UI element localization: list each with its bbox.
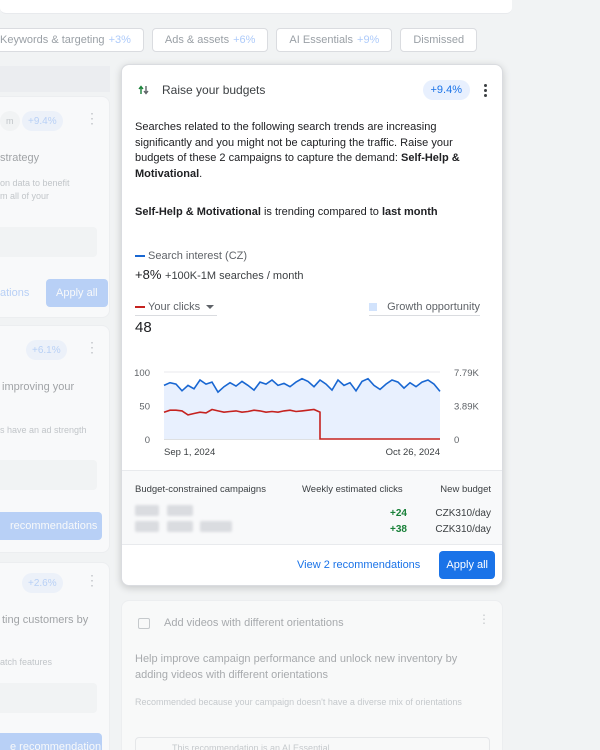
kebab-icon[interactable]: ⋮ <box>85 111 99 125</box>
trend-mid: is trending compared to <box>260 206 382 218</box>
view-recommendations-link[interactable]: ations <box>0 287 29 299</box>
left-card-box <box>0 460 97 490</box>
row-budget: CZK310/day <box>435 508 491 519</box>
your-clicks-dropdown[interactable]: Your clicks <box>135 301 217 316</box>
card-description: Searches related to the following search… <box>135 121 460 180</box>
card-header: Raise your budgets +9.4% <box>136 79 488 101</box>
kebab-icon[interactable]: ⋮ <box>85 573 99 587</box>
more-options-icon[interactable] <box>484 83 488 97</box>
trend-subject: Self-Help & Motivational <box>135 206 261 218</box>
growth-opportunity-area <box>164 378 440 439</box>
x-tick-label: Sep 1, 2024 <box>164 447 215 458</box>
ai-essential-note: This recommendation is an AI Essential <box>135 737 490 750</box>
chip-label: Keywords & targeting <box>0 34 105 46</box>
search-interest-label: Search interest (CZ) <box>148 250 248 262</box>
view-recommendations-link[interactable]: View 2 recommendations <box>297 559 420 571</box>
chip-pct: +3% <box>108 34 131 46</box>
left-card-text: on data to benefit <box>0 178 70 188</box>
add-videos-card[interactable]: Add videos with different orientations ⋮… <box>121 600 503 750</box>
left-card-title: strategy <box>0 152 40 164</box>
chip-pct: +9% <box>357 34 380 46</box>
row-clicks: +24 <box>390 508 407 519</box>
more-options-icon[interactable]: ⋮ <box>478 613 490 625</box>
card-reason: Recommended because your campaign doesn'… <box>135 697 462 707</box>
left-column-header <box>0 66 110 92</box>
your-clicks-value: 48 <box>135 319 152 336</box>
card-title: Raise your budgets <box>162 83 266 97</box>
left-card-text: s have an ad strength <box>0 425 87 435</box>
search-interest-range: +100K-1M searches / month <box>165 270 304 282</box>
column-header-clicks: Weekly estimated clicks <box>302 484 403 495</box>
trend-period: last month <box>381 206 438 218</box>
x-tick-label: Oct 26, 2024 <box>386 447 440 458</box>
card-description: Help improve campaign performance and un… <box>135 653 458 681</box>
chip-label: Dismissed <box>413 34 465 46</box>
left-card-title: improving your <box>2 381 75 393</box>
blue-line-icon <box>135 255 145 258</box>
raise-budgets-card: Raise your budgets +9.4% Searches relate… <box>121 64 503 586</box>
growth-square-icon <box>369 303 378 311</box>
column-header-budget: New budget <box>440 484 491 495</box>
chip-label: AI Essentials <box>289 34 354 46</box>
apply-all-button[interactable]: Apply all <box>46 279 108 307</box>
view-recommendations-button[interactable]: recommendations <box>0 512 102 540</box>
chip-dismissed[interactable]: Dismissed <box>400 28 478 52</box>
row-clicks: +38 <box>390 524 407 535</box>
left-card-text: m all of your <box>0 191 50 201</box>
left-card-badge: +6.1% <box>26 340 67 360</box>
left-card-2[interactable]: +6.1% ⋮ improving your s have an ad stre… <box>0 325 110 553</box>
y-tick-right: 0 <box>454 435 459 446</box>
y-tick-left: 0 <box>145 435 150 446</box>
search-interest-value: +8% +100K-1M searches / month <box>135 267 304 282</box>
card-title: Add videos with different orientations <box>164 617 344 629</box>
left-card-title: ting customers by <box>2 614 89 626</box>
growth-label: Growth opportunity <box>387 301 480 313</box>
y-tick-right: 3.89K <box>454 402 479 413</box>
chevron-down-icon <box>206 305 215 309</box>
your-clicks-label: Your clicks <box>148 301 201 313</box>
campaigns-table: Budget-constrained campaigns Weekly esti… <box>122 470 502 545</box>
chip-ai-essentials[interactable]: AI Essentials +9% <box>276 28 393 52</box>
redacted-campaign-name <box>135 521 159 532</box>
trend-sentence: Self-Help & Motivational is trending com… <box>135 206 438 218</box>
y-tick-left: 50 <box>139 402 150 413</box>
search-interest-change: +8% <box>135 267 162 282</box>
y-tick-right: 7.79K <box>454 368 479 379</box>
chip-label: Ads & assets <box>164 34 230 46</box>
filter-chip-bar: Keywords & targeting +3% Ads & assets +6% … <box>0 28 478 52</box>
left-card-3[interactable]: +2.6% ⋮ ting customers by atch features … <box>0 562 110 750</box>
view-recommendation-button[interactable]: e recommendation <box>0 733 102 750</box>
left-card-box <box>0 227 97 257</box>
left-card-text: atch features <box>0 657 53 667</box>
chip-keywords-targeting[interactable]: Keywords & targeting +3% <box>0 28 144 52</box>
red-line-icon <box>135 306 145 308</box>
top-panel-edge <box>0 0 512 14</box>
redacted-campaign-name <box>200 521 232 532</box>
left-card-badge: +9.4% <box>22 111 63 131</box>
column-header-campaigns: Budget-constrained campaigns <box>135 484 266 495</box>
redacted-campaign-name <box>167 521 193 532</box>
left-card-1[interactable]: m +9.4% ⋮ strategy on data to benefit m … <box>0 96 110 318</box>
trend-arrows-icon <box>136 82 152 98</box>
chip-pct: +6% <box>233 34 256 46</box>
kebab-icon[interactable]: ⋮ <box>85 340 99 354</box>
apply-all-button[interactable]: Apply all <box>439 551 495 579</box>
video-icon <box>138 618 150 629</box>
row-budget: CZK310/day <box>435 524 491 535</box>
left-card-box <box>0 683 97 713</box>
trend-chart: 100 7.79K 50 3.89K 0 0 Sep 1, 2024 Oct 26, 2024 <box>134 368 479 458</box>
uplift-badge: +9.4% <box>422 80 470 100</box>
search-interest-legend: Search interest (CZ) <box>135 250 247 262</box>
chip-ads-assets[interactable]: Ads & assets +6% <box>151 28 269 52</box>
left-card-badge: +2.6% <box>22 573 63 593</box>
y-tick-left: 100 <box>134 368 150 379</box>
redacted-campaign-name <box>135 505 159 516</box>
growth-opportunity-legend: Growth opportunity <box>369 301 480 316</box>
left-card-pill-grey: m <box>0 111 20 131</box>
redacted-campaign-name <box>167 505 193 516</box>
